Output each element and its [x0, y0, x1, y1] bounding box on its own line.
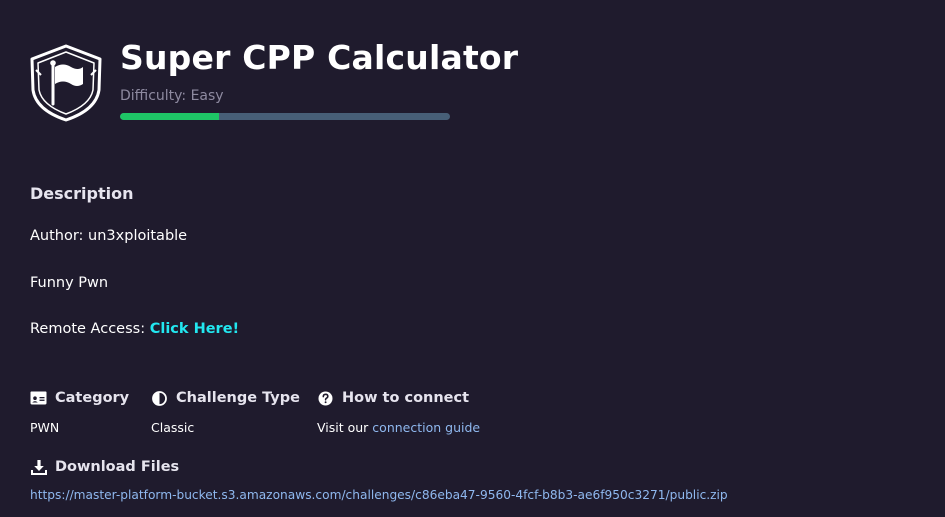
how-to-connect-label: How to connect — [342, 390, 470, 406]
download-files-label: Download Files — [55, 459, 180, 475]
download-icon — [30, 459, 47, 476]
difficulty-label: Difficulty: Easy — [120, 88, 224, 104]
half-circle-icon — [151, 390, 168, 407]
difficulty-bar — [120, 113, 450, 120]
remote-access-label: Remote Access: — [30, 321, 150, 337]
remote-access-line: Remote Access: Click Here! — [30, 321, 239, 337]
challenge-type-label: Challenge Type — [176, 390, 300, 406]
connection-guide-link[interactable]: connection guide — [372, 420, 480, 435]
author-line: Author: un3xploitable — [30, 228, 188, 244]
difficulty-bar-fill — [120, 113, 219, 120]
challenge-title: Super CPP Calculator — [120, 38, 519, 77]
remote-access-link[interactable]: Click Here! — [150, 321, 239, 337]
challenge-type-section: Challenge Type Classic — [151, 388, 300, 435]
how-to-connect-section: How to connect Visit our connection guid… — [317, 388, 480, 435]
download-url-link[interactable]: https://master-platform-bucket.s3.amazon… — [30, 488, 728, 502]
question-circle-icon — [317, 390, 334, 407]
shield-flag-icon — [30, 44, 102, 122]
id-card-icon — [30, 390, 47, 407]
category-value: PWN — [30, 420, 60, 435]
connect-instructions: Visit our connection guide — [317, 420, 480, 435]
challenge-header: Super CPP Calculator Difficulty: Easy — [30, 38, 910, 124]
description-heading: Description — [30, 184, 134, 203]
challenge-type-value: Classic — [151, 420, 195, 435]
download-files-section: Download Files — [30, 457, 179, 477]
challenge-summary: Funny Pwn — [30, 275, 109, 291]
connect-prefix: Visit our — [317, 420, 373, 435]
category-section: Category PWN — [30, 388, 129, 435]
category-label: Category — [55, 390, 130, 406]
